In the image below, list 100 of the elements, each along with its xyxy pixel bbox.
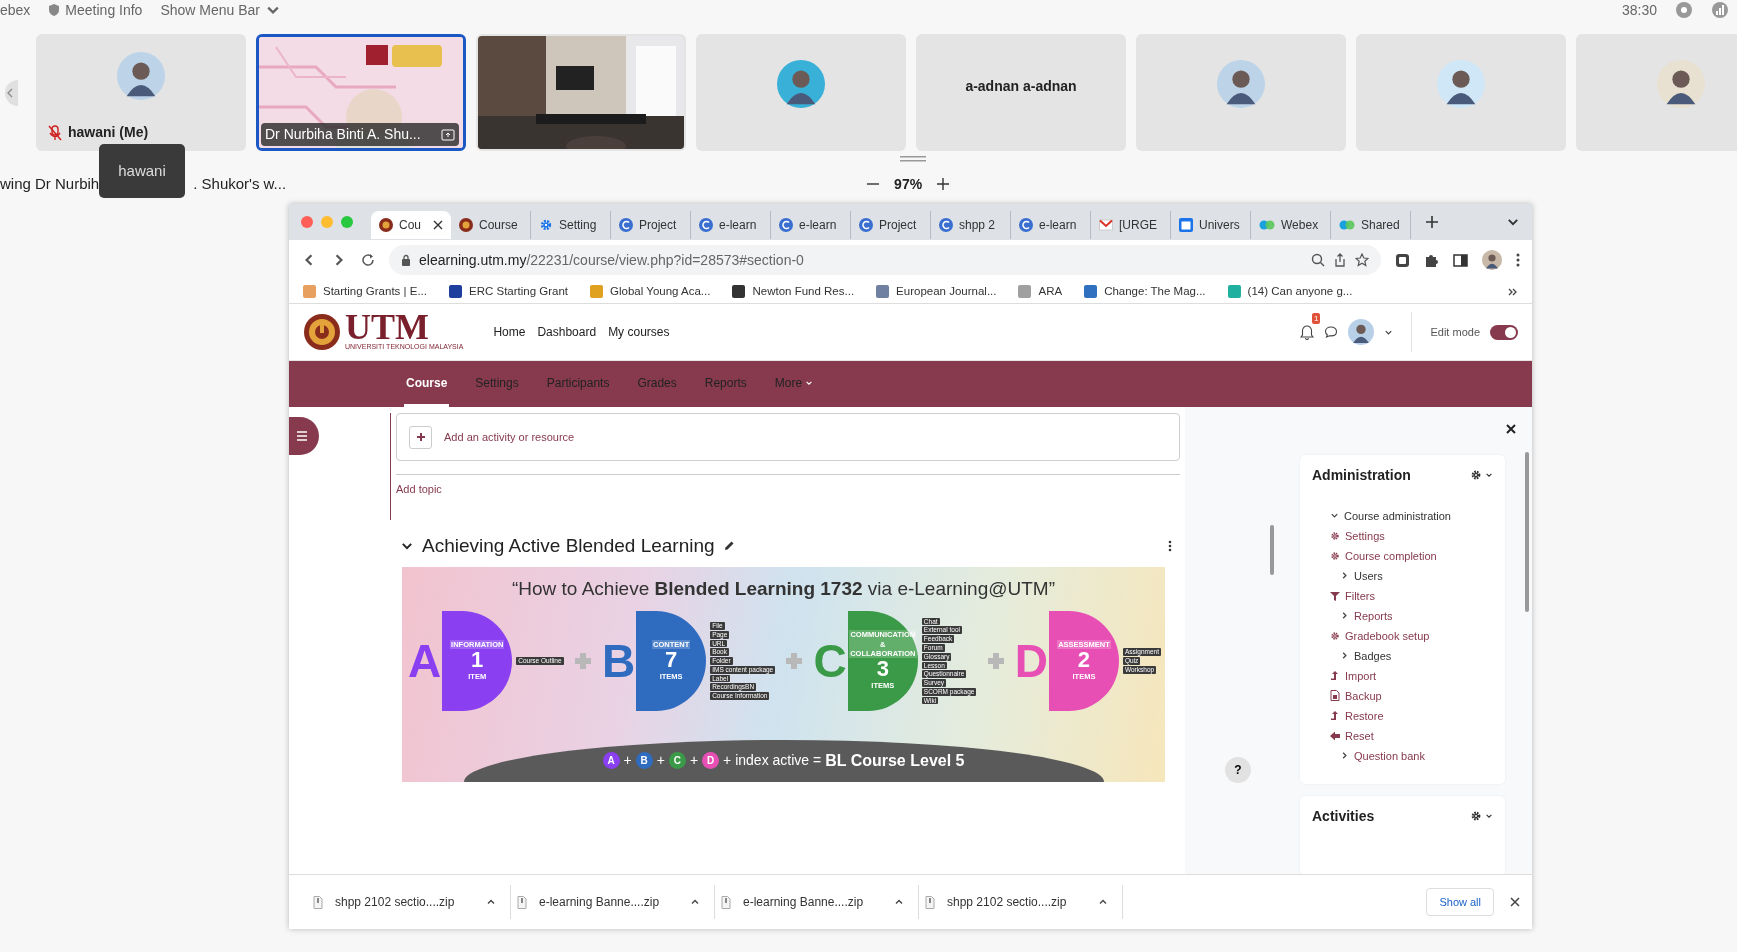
- bookmark[interactable]: (14) Can anyone g...: [1227, 282, 1353, 301]
- browser-tab[interactable]: Cou: [371, 211, 451, 239]
- video-tile[interactable]: a-adnan a-adnan: [916, 34, 1126, 151]
- tree-item[interactable]: Course administration: [1344, 505, 1451, 526]
- download-item[interactable]: e-learning Banne....zip: [511, 885, 715, 919]
- video-tile[interactable]: hawani (Me): [36, 34, 246, 151]
- video-tile[interactable]: [1136, 34, 1346, 151]
- edit-mode-toggle[interactable]: [1490, 324, 1518, 340]
- gear-icon: [539, 218, 553, 232]
- show-all-button[interactable]: Show all: [1426, 887, 1494, 917]
- browser-tab[interactable]: e-learn: [1011, 211, 1091, 239]
- address-bar[interactable]: elearning.utm.my/22231/course/view.php?id=28573#section-0: [389, 245, 1381, 275]
- course-nav-tab[interactable]: Course: [404, 361, 450, 407]
- browser-tab[interactable]: e-learn: [771, 211, 851, 239]
- add-activity-button[interactable]: Add an activity or resource: [396, 413, 1180, 461]
- edit-mode-label: Edit mode: [1430, 324, 1480, 340]
- meeting-info-button[interactable]: Meeting Info: [48, 0, 143, 21]
- circle-logo-icon: [859, 218, 873, 232]
- participant-name: a-adnan a-adnan: [965, 77, 1077, 96]
- nav-link[interactable]: Home: [493, 323, 526, 341]
- show-menu-bar-button[interactable]: Show Menu Bar: [160, 0, 282, 21]
- banner-letter: D: [1014, 638, 1048, 684]
- nav-link[interactable]: Dashboard: [537, 323, 597, 341]
- share-icon[interactable]: [1333, 253, 1347, 267]
- circle-logo-icon: [779, 218, 793, 232]
- browser-tab[interactable]: shpp 2: [931, 211, 1011, 239]
- help-button[interactable]: ?: [1225, 757, 1251, 783]
- tree-item[interactable]: Badges: [1354, 645, 1392, 666]
- tree-item[interactable]: Question bank: [1354, 745, 1425, 766]
- browser-tab[interactable]: [URGE: [1091, 211, 1171, 239]
- video-tile[interactable]: [1576, 34, 1737, 151]
- bookmark[interactable]: European Journal...: [876, 282, 997, 301]
- bookmark[interactable]: ERC Starting Grant: [449, 282, 569, 301]
- close-icon[interactable]: [1510, 897, 1520, 907]
- participant-name: hawani (Me): [68, 123, 149, 142]
- item-count: 7: [665, 649, 678, 672]
- resize-handle[interactable]: [900, 156, 926, 162]
- bookmark[interactable]: Change: The Mag...: [1084, 282, 1206, 301]
- browser-tab[interactable]: Course: [451, 211, 531, 239]
- banner-letter: A: [408, 638, 442, 684]
- bookmark[interactable]: Newton Fund Res...: [732, 282, 855, 301]
- tree-item[interactable]: Course completion: [1345, 545, 1437, 566]
- edit-pencil-icon[interactable]: [722, 540, 735, 553]
- section-menu-icon[interactable]: [1168, 540, 1172, 553]
- plus-icon: [985, 651, 1006, 671]
- tree-item[interactable]: Restore: [1345, 705, 1384, 726]
- new-tab-button[interactable]: [1425, 215, 1439, 229]
- search-icon[interactable]: [1311, 253, 1325, 267]
- browser-tab[interactable]: Project: [611, 211, 691, 239]
- zoom-in-button[interactable]: [936, 177, 951, 191]
- avatar: [1437, 60, 1485, 108]
- block-menu-button[interactable]: [1470, 469, 1493, 482]
- caret-icon: [1098, 897, 1108, 907]
- video-tile[interactable]: [696, 34, 906, 151]
- tree-item[interactable]: Import: [1345, 665, 1377, 686]
- download-item[interactable]: e-learning Banne....zip: [715, 885, 919, 919]
- tree-item[interactable]: Reset: [1345, 725, 1374, 746]
- tree-item[interactable]: Gradebook setup: [1345, 625, 1430, 646]
- tree-item[interactable]: Filters: [1345, 585, 1375, 606]
- browser-tab[interactable]: Webex: [1251, 211, 1331, 239]
- star-icon[interactable]: [1355, 253, 1369, 267]
- extension-icon[interactable]: [1395, 252, 1410, 268]
- message-icon[interactable]: [1324, 325, 1339, 339]
- sidebar-icon[interactable]: [1453, 252, 1468, 268]
- browser-tab[interactable]: Univers: [1171, 211, 1251, 239]
- emblem-icon: [379, 218, 393, 232]
- nav-link[interactable]: My courses: [608, 323, 670, 341]
- video-tile[interactable]: [1356, 34, 1566, 151]
- more-menu-icon[interactable]: [1516, 253, 1520, 267]
- emblem-icon: [459, 218, 473, 232]
- avatar: [117, 52, 165, 100]
- block-menu-button[interactable]: [1470, 810, 1493, 823]
- close-icon[interactable]: [433, 220, 443, 230]
- more-bookmarks-icon[interactable]: [1508, 286, 1518, 297]
- browser-tab[interactable]: e-learn: [691, 211, 771, 239]
- bookmark[interactable]: Starting Grants | E...: [303, 282, 427, 301]
- notification-bell-icon[interactable]: [1300, 325, 1315, 341]
- add-topic-link[interactable]: Add topic: [396, 481, 442, 498]
- tree-item[interactable]: Reports: [1354, 605, 1393, 626]
- browser-tab[interactable]: Project: [851, 211, 931, 239]
- course-index-button[interactable]: [289, 417, 319, 455]
- puzzle-icon[interactable]: [1424, 252, 1439, 268]
- close-drawer-button[interactable]: [1506, 424, 1516, 434]
- screen-share-icon: [441, 128, 455, 141]
- bookmark[interactable]: Global Young Aca...: [590, 282, 711, 301]
- url-text: elearning.utm.my/22231/course/view.php?id=28573#section-0: [419, 250, 804, 270]
- webex-logo-icon: [1259, 219, 1275, 231]
- video-tile[interactable]: Dr Nurbiha Binti A. Shu...: [256, 34, 466, 151]
- file-icon: [313, 895, 323, 909]
- download-item[interactable]: shpp 2102 sectio....zip: [307, 885, 511, 919]
- reload-button[interactable]: [361, 253, 375, 267]
- tree-item[interactable]: Users: [1354, 565, 1383, 586]
- avatar: [1657, 60, 1705, 108]
- bookmark[interactable]: ARA: [1018, 282, 1063, 301]
- browser-tab[interactable]: Shared: [1331, 211, 1411, 239]
- download-item[interactable]: shpp 2102 sectio....zip: [919, 885, 1123, 919]
- tree-item[interactable]: Backup: [1345, 685, 1382, 706]
- gear-icon: [1330, 530, 1340, 541]
- browser-tab[interactable]: Setting: [531, 211, 611, 239]
- tree-item[interactable]: Settings: [1345, 525, 1385, 546]
